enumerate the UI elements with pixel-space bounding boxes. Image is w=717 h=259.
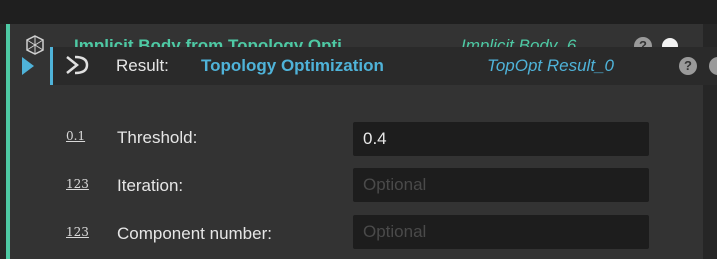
topology-icon xyxy=(66,55,89,75)
threshold-field-box xyxy=(353,122,649,156)
threshold-input[interactable] xyxy=(353,122,649,156)
result-extra-icon[interactable] xyxy=(709,57,717,75)
integer-type-icon: 123 xyxy=(66,177,89,191)
iteration-field-box xyxy=(353,168,649,202)
component-number-input[interactable] xyxy=(353,215,649,249)
result-label: Result: xyxy=(116,56,169,75)
decimal-type-icon: 0.1 xyxy=(66,129,86,143)
iteration-input[interactable] xyxy=(353,168,649,202)
component-number-label: Component number: xyxy=(117,224,272,243)
result-instance-name[interactable]: TopOpt Result_0 xyxy=(487,56,614,76)
integer-type-icon: 123 xyxy=(66,225,89,239)
expand-arrow-icon[interactable] xyxy=(22,57,34,75)
component-number-field-box xyxy=(353,215,649,249)
body-mesh-icon xyxy=(26,35,44,55)
result-input-row[interactable]: Result: Topology Optimization TopOpt Res… xyxy=(50,47,717,85)
panel-top-strip xyxy=(0,0,717,24)
properties-panel: Implicit Body from Topology Opti... Impl… xyxy=(0,0,717,259)
result-value-link[interactable]: Topology Optimization xyxy=(201,56,384,76)
iteration-label: Iteration: xyxy=(117,176,184,195)
result-help-icon[interactable]: ? xyxy=(679,57,697,75)
threshold-label: Threshold: xyxy=(117,128,198,147)
